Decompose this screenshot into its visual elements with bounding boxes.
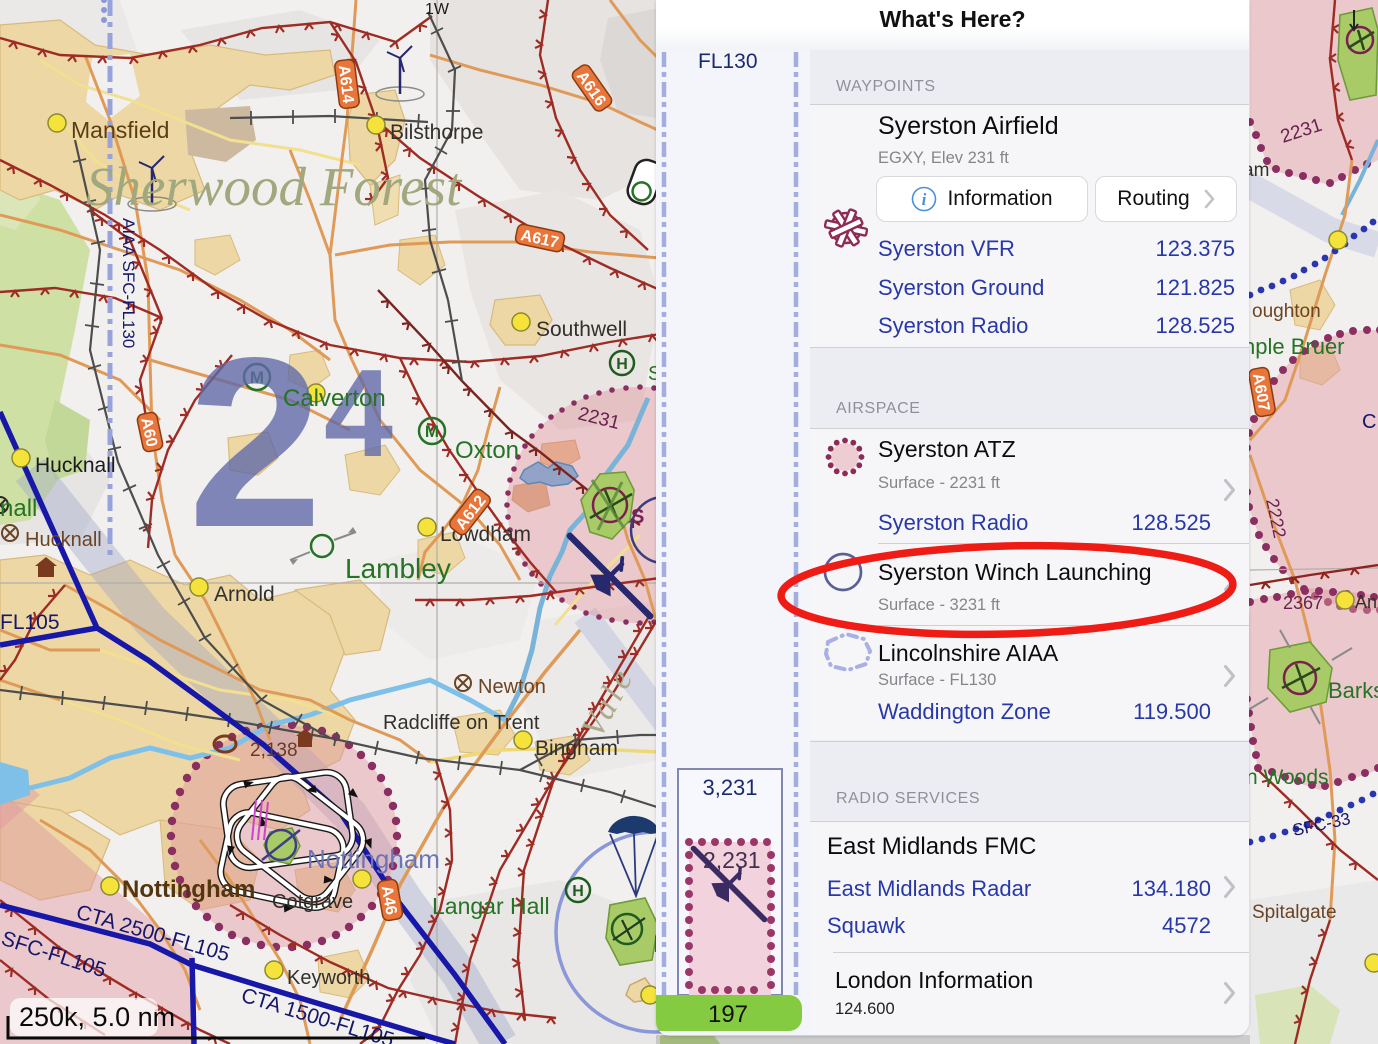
svg-text:Calverton: Calverton <box>283 385 386 412</box>
svg-text:3,231: 3,231 <box>702 775 757 800</box>
svg-text:nple Bruer: nple Bruer <box>1243 334 1345 359</box>
svg-text:FL105: FL105 <box>0 611 60 634</box>
svg-text:Langar Hall: Langar Hall <box>432 893 550 919</box>
svg-text:Radcliffe on Trent: Radcliffe on Trent <box>383 712 540 734</box>
svg-text:Nottingham: Nottingham <box>307 844 440 874</box>
svg-text:AIAA SFC-FL130: AIAA SFC-FL130 <box>119 218 138 348</box>
svg-text:Bilsthorpe: Bilsthorpe <box>390 121 483 144</box>
svg-text:Mansfield: Mansfield <box>71 117 169 143</box>
svg-text:i: i <box>922 190 927 209</box>
svg-text:250k, 5.0 nm: 250k, 5.0 nm <box>19 1002 175 1032</box>
svg-text:Hucknall: Hucknall <box>25 529 102 551</box>
svg-text:M: M <box>425 422 439 441</box>
svg-text:Oxton: Oxton <box>455 437 519 464</box>
svg-text:H: H <box>572 883 584 900</box>
svg-text:Southwell: Southwell <box>536 318 627 341</box>
svg-text:H: H <box>616 356 628 373</box>
svg-text:1W: 1W <box>425 1 450 18</box>
svg-text:oughton: oughton <box>1252 301 1321 322</box>
svg-text:197: 197 <box>708 1001 748 1028</box>
svg-text:An: An <box>1355 592 1377 612</box>
svg-text:Lambley: Lambley <box>345 553 451 584</box>
svg-text:Spitalgate: Spitalgate <box>1252 902 1337 923</box>
svg-text:n Woods: n Woods <box>1246 766 1329 789</box>
svg-text:Hucknall: Hucknall <box>35 454 116 477</box>
svg-text:4: 4 <box>324 345 393 483</box>
svg-text:Arnold: Arnold <box>214 583 275 606</box>
svg-text:Keyworth: Keyworth <box>287 967 370 989</box>
svg-text:2,138: 2,138 <box>250 740 298 761</box>
svg-text:S: S <box>631 506 644 528</box>
svg-text:Nottingham: Nottingham <box>122 876 255 903</box>
svg-text:Barks: Barks <box>1328 678 1378 703</box>
svg-text:FL130: FL130 <box>698 50 758 73</box>
svg-text:C: C <box>1362 411 1376 433</box>
svg-text:2367: 2367 <box>1283 593 1323 613</box>
svg-text:nall: nall <box>0 495 37 522</box>
svg-text:Cotgrave: Cotgrave <box>272 891 353 913</box>
svg-text:2: 2 <box>188 308 323 578</box>
svg-text:Sherwood Forest: Sherwood Forest <box>86 156 463 217</box>
svg-text:Newton: Newton <box>478 676 546 698</box>
